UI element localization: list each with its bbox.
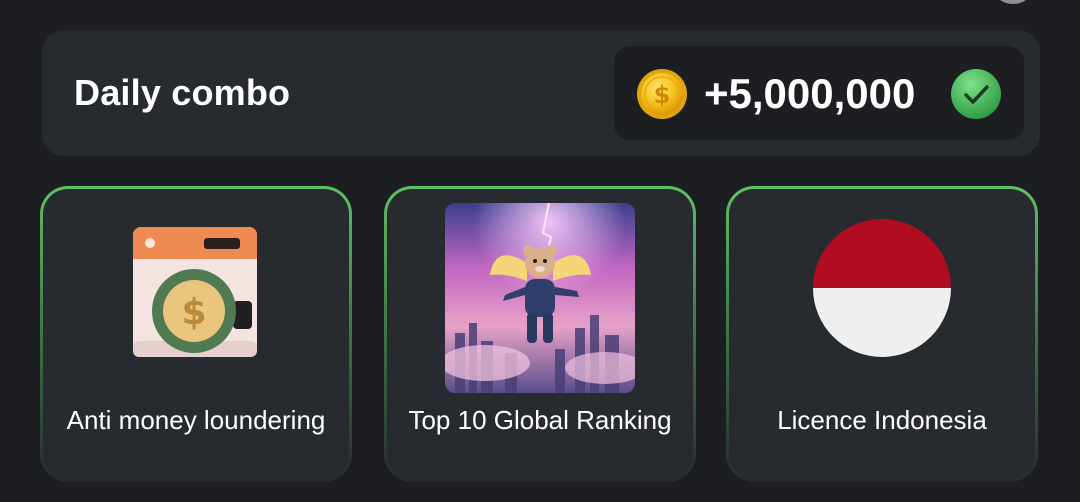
washing-machine-coin-icon: $ xyxy=(133,227,257,357)
profile-avatar-edge[interactable] xyxy=(994,0,1032,4)
svg-text:$: $ xyxy=(181,292,206,333)
card-label: Licence Indonesia xyxy=(777,405,987,435)
daily-combo-title: Daily combo xyxy=(74,72,291,113)
combo-card-top-10-global-ranking[interactable]: Top 10 Global Ranking xyxy=(384,186,696,482)
daily-combo-panel: Daily combo $ +5,000,000 xyxy=(42,30,1040,156)
combo-card-anti-money-laundering[interactable]: $ Anti money loundering xyxy=(40,186,352,482)
dollar-coin-icon: $ xyxy=(637,69,687,119)
reward-amount: +5,000,000 xyxy=(704,70,916,117)
checkmark-icon xyxy=(951,69,1001,119)
reward-pill: $ +5,000,000 xyxy=(614,46,1024,140)
svg-text:$: $ xyxy=(654,81,671,109)
indonesia-flag-icon xyxy=(813,219,951,357)
card-label: Top 10 Global Ranking xyxy=(408,405,672,435)
card-label: Anti money loundering xyxy=(66,405,326,435)
combo-card-licence-indonesia[interactable]: Licence Indonesia xyxy=(726,186,1038,482)
flying-hamster-image xyxy=(445,203,635,393)
